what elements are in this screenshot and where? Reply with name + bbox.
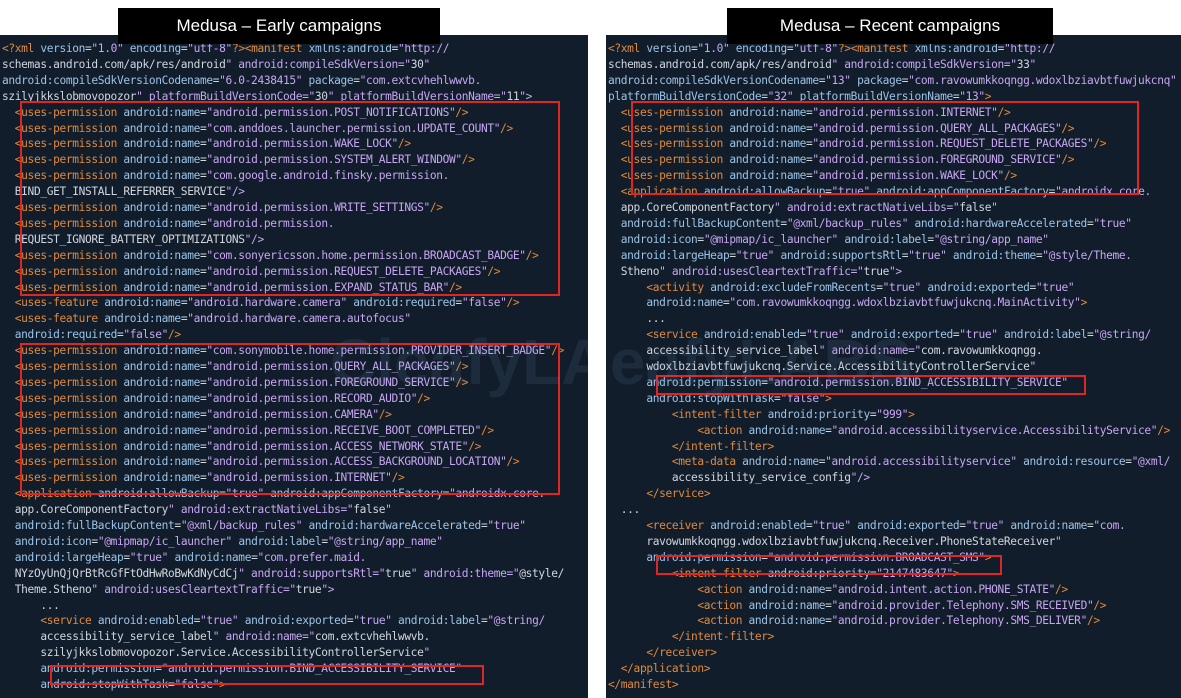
code-line: android:name="com.ravowumkkoqngg.wdoxlbz… — [646, 296, 1087, 310]
code-line: </manifest> — [608, 678, 679, 691]
highlight-box-permissions — [631, 101, 1139, 195]
left-panel-title: Medusa – Early campaigns — [118, 8, 440, 44]
highlight-box-permissions-1 — [20, 101, 560, 296]
right-code-panel: <?xml version="1.0" encoding="utf-8"?><m… — [606, 35, 1181, 698]
right-panel-title: Medusa – Recent campaigns — [727, 8, 1053, 44]
highlight-box-accessibility-permission — [50, 665, 484, 685]
highlight-box-broadcast-sms-permission — [656, 555, 1002, 575]
watermark-logo: CleafyLABS — [330, 326, 588, 398]
watermark-logo: CleafyLABS — [606, 326, 913, 398]
left-code-panel: <?xml version="1.0" encoding="utf-8"?><m… — [0, 35, 588, 698]
